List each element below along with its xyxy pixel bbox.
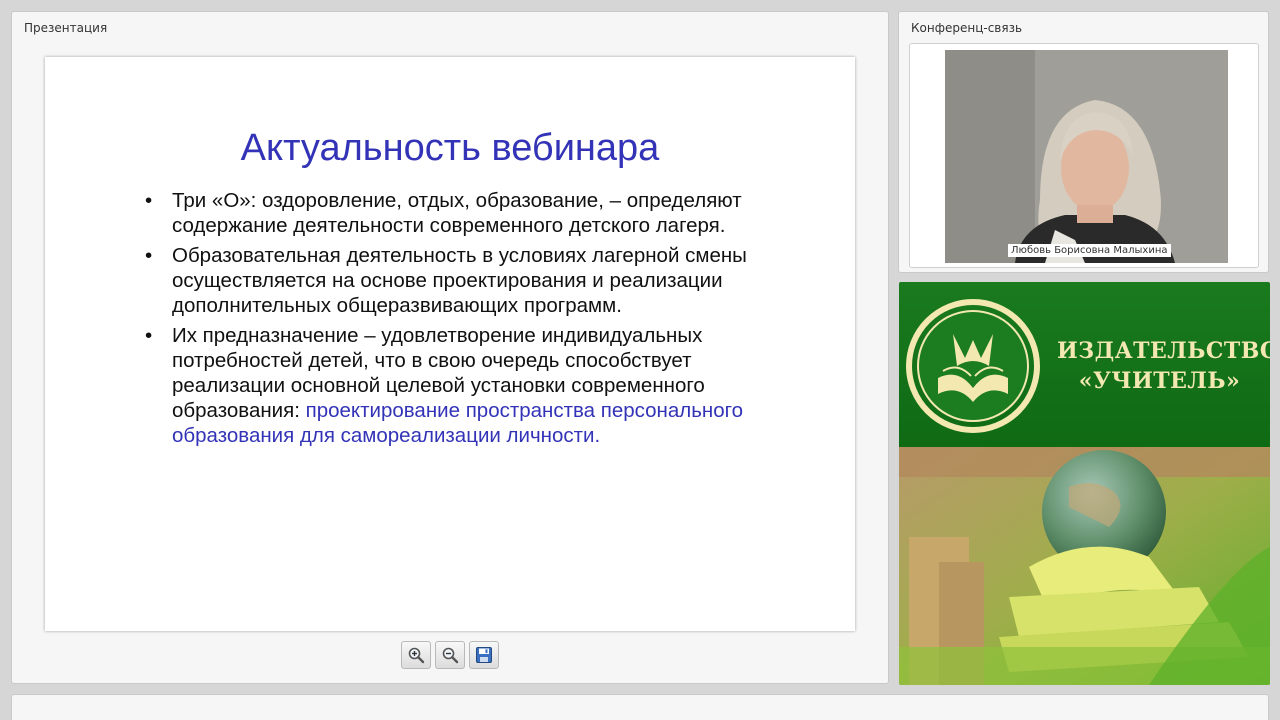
presentation-panel-title: Презентация [24,21,108,35]
participant-video[interactable]: Любовь Борисовна Малыхина [945,50,1228,263]
slide-toolbar [401,641,499,669]
bullet-dot-icon: • [145,324,153,347]
publisher-image [899,447,1270,685]
publisher-name: ИЗДАТЕЛЬСТВО «УЧИТЕЛЬ» [1057,336,1270,396]
zoom-in-button[interactable] [401,641,431,669]
slide-bullet-text: Три «О»: оздоровление, отдых, образовани… [172,189,742,237]
bullet-dot-icon: • [145,244,153,267]
video-frame: Любовь Борисовна Малыхина [909,43,1259,268]
slide-bullet: • Три «О»: оздоровление, отдых, образова… [145,188,765,238]
slide-bullet: • Их предназначение – удовлетворение инд… [145,323,765,448]
publisher-name-line2: «УЧИТЕЛЬ» [1078,368,1241,394]
slide-title: Актуальность вебинара [240,127,660,169]
bottom-panel [11,694,1269,720]
books-globe-image [899,447,1270,685]
save-icon [476,647,492,663]
publisher-banner: ИЗДАТЕЛЬСТВО «УЧИТЕЛЬ» [899,282,1270,685]
slide-bullet-text: Образовательная деятельность в условиях … [172,244,747,317]
bullet-dot-icon: • [145,189,153,212]
zoom-out-button[interactable] [435,641,465,669]
slide-bullet: • Образовательная деятельность в условия… [145,243,765,318]
presentation-panel: Презентация Актуальность вебинара • Три … [11,11,889,684]
zoom-out-icon [442,647,459,664]
publisher-name-line1: ИЗДАТЕЛЬСТВО [1057,338,1270,364]
publisher-logo-icon [906,299,1040,433]
slide-bullet-list: • Три «О»: оздоровление, отдых, образова… [145,188,765,453]
zoom-in-icon [408,647,425,664]
publisher-header: ИЗДАТЕЛЬСТВО «УЧИТЕЛЬ» [899,282,1270,447]
participant-name-label: Любовь Борисовна Малыхина [1008,244,1171,257]
save-button[interactable] [469,641,499,669]
presentation-slide: Актуальность вебинара • Три «О»: оздоров… [45,57,855,631]
participant-silhouette [945,50,1228,263]
conference-panel-title: Конференц-связь [911,21,1023,35]
conference-panel: Конференц-связь Любовь Борисовна Малыхин… [898,11,1269,273]
